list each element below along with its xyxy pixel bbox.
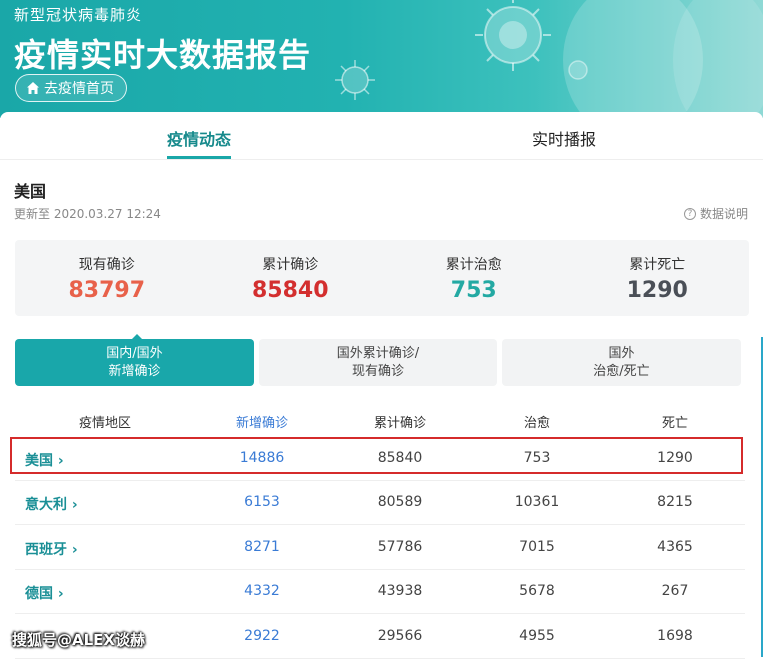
- segment-foreign-cured-dead[interactable]: 国外 治愈/死亡: [502, 339, 741, 386]
- table-row[interactable]: 意大利 › 6153 80589 10361 8215: [15, 481, 745, 525]
- row-cured: 4955: [519, 628, 555, 644]
- summary-value: 1290: [626, 278, 688, 303]
- row-total: 57786: [377, 539, 423, 555]
- header-cured[interactable]: 治愈: [492, 412, 582, 431]
- row-new: 4332: [244, 583, 280, 599]
- table-row[interactable]: 西班牙 › 8271 57786 7015 4365: [15, 526, 745, 570]
- row-total: 43938: [377, 583, 423, 599]
- header-dead[interactable]: 死亡: [630, 412, 720, 431]
- row-dead: 1698: [657, 628, 693, 644]
- row-new: 2922: [244, 628, 280, 644]
- row-new: 6153: [244, 494, 280, 510]
- summary-total-cured: 累计治愈 753: [382, 240, 566, 316]
- segment-line1: 国外: [608, 345, 635, 361]
- summary-value: 83797: [68, 278, 146, 303]
- summary-label: 累计确诊: [262, 257, 319, 273]
- summary-total-dead: 累计死亡 1290: [566, 240, 750, 316]
- header-region: 疫情地区: [78, 416, 131, 431]
- segment-line2: 治愈/死亡: [593, 363, 650, 379]
- header-total-confirmed[interactable]: 累计确诊: [355, 412, 445, 431]
- region-name: 美国: [14, 182, 47, 201]
- data-note-link[interactable]: ? 数据说明: [683, 205, 748, 222]
- highlight-box: [10, 437, 743, 474]
- row-region: 西班牙 ›: [25, 542, 78, 558]
- summary-total-confirmed: 累计确诊 85840: [199, 240, 383, 316]
- row-dead: 8215: [657, 494, 693, 510]
- hero-title: 疫情实时大数据报告: [14, 36, 312, 74]
- summary-label: 累计死亡: [629, 257, 686, 273]
- hero-subtitle: 新型冠状病毒肺炎: [14, 6, 143, 24]
- row-cured: 7015: [519, 539, 555, 555]
- summary-label: 现有确诊: [78, 257, 135, 273]
- segment-foreign-total[interactable]: 国外累计确诊/ 现有确诊: [259, 339, 497, 386]
- virus-illustration: [475, 0, 763, 118]
- summary-value: 753: [450, 278, 497, 303]
- row-cured: 10361: [514, 494, 560, 510]
- summary-label: 累计治愈: [445, 257, 502, 273]
- main-card: 疫情动态 实时播报 美国 更新至 2020.03.27 12:24 ? 数据说明…: [0, 112, 763, 659]
- row-region: 意大利 ›: [25, 497, 78, 513]
- row-dead: 267: [661, 583, 689, 599]
- summary-value: 85840: [251, 278, 329, 303]
- row-region: 德国 ›: [25, 586, 64, 602]
- small-virus-icon: [335, 60, 375, 100]
- row-new: 8271: [244, 539, 280, 555]
- hero-banner: 新型冠状病毒肺炎 疫情实时大数据报告 去疫情首页: [0, 0, 763, 118]
- row-cured: 5678: [519, 583, 555, 599]
- question-icon: ?: [683, 207, 696, 220]
- table-row[interactable]: 德国 › 4332 43938 5678 267: [15, 570, 745, 614]
- row-total: 29566: [377, 628, 423, 644]
- tab-epidemic-news[interactable]: 疫情动态: [167, 126, 231, 150]
- go-home-label: 去疫情首页: [44, 81, 114, 97]
- segment-line2: 现有确诊: [351, 363, 404, 379]
- segment-line1: 国外累计确诊/: [336, 345, 420, 361]
- data-note-label: 数据说明: [699, 207, 748, 221]
- header-new-confirmed[interactable]: 新增确诊: [217, 412, 307, 431]
- segment-new-confirmed[interactable]: 国内/国外 新增确诊: [15, 339, 254, 386]
- summary-panel: 现有确诊 83797 累计确诊 85840 累计治愈 753 累计死亡 1290: [15, 240, 749, 316]
- segment-line1: 国内/国外: [106, 345, 163, 361]
- summary-current-confirmed: 现有确诊 83797: [15, 240, 199, 316]
- segment-line2: 新增确诊: [108, 363, 161, 379]
- row-total: 80589: [377, 494, 423, 510]
- home-icon: [26, 81, 40, 95]
- go-home-button[interactable]: 去疫情首页: [15, 74, 127, 102]
- update-time: 更新至 2020.03.27 12:24: [14, 207, 161, 221]
- row-dead: 4365: [657, 539, 693, 555]
- tab-live-report[interactable]: 实时播报: [532, 126, 596, 150]
- active-tab-indicator: [167, 156, 231, 159]
- watermark: 搜狐号@ALEX谈赫: [12, 631, 145, 649]
- tab-bar: 疫情动态 实时播报: [0, 112, 763, 160]
